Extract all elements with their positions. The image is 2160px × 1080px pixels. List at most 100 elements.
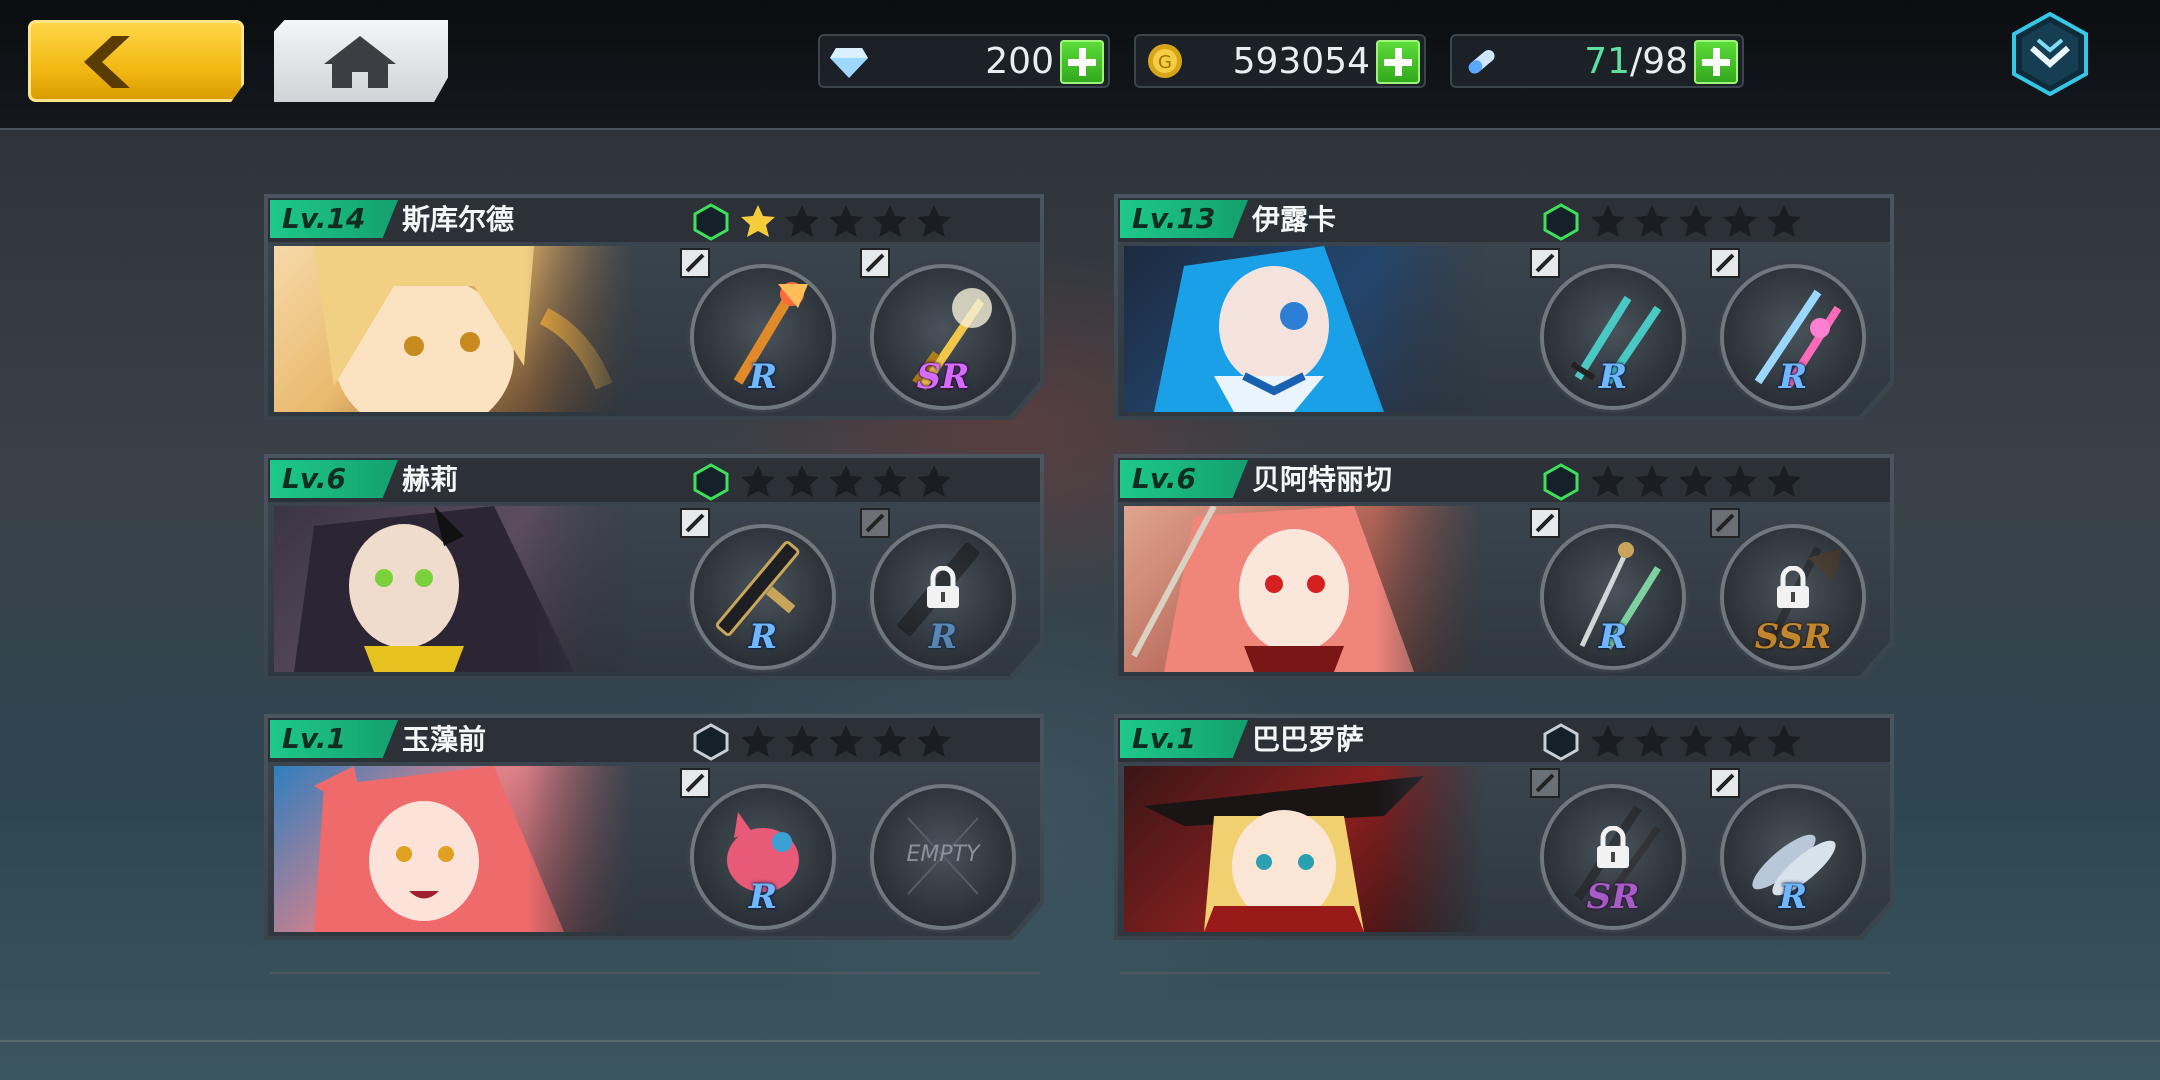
- stamina-vial-icon: [1468, 49, 1495, 74]
- star-rating: [1590, 204, 1810, 242]
- star-empty-icon: [1635, 725, 1669, 757]
- equipment-slot[interactable]: R: [1710, 768, 1862, 926]
- edit-icon[interactable]: [1710, 768, 1740, 798]
- rarity-label: SR: [1586, 877, 1640, 917]
- star-empty-icon: [1723, 725, 1757, 757]
- gold-counter: G 593054: [1134, 34, 1426, 88]
- equipment-slot[interactable]: R: [680, 508, 832, 666]
- lock-icon: [1597, 826, 1629, 868]
- character-card[interactable]: Lv.6 赫莉 R R: [264, 454, 1044, 680]
- level-badge: Lv.1: [1120, 720, 1248, 758]
- edit-icon[interactable]: [680, 768, 710, 798]
- home-icon: [324, 36, 396, 88]
- awaken-hexagon-icon: [1543, 203, 1579, 241]
- character-name: 玉藻前: [402, 723, 487, 756]
- stamina-value: 71/98: [1584, 41, 1688, 82]
- equipment-slot-empty[interactable]: EMPTY: [874, 788, 1012, 926]
- menu-dropdown-button[interactable]: [2012, 12, 2088, 96]
- gold-value: 593054: [1232, 41, 1370, 82]
- character-portrait[interactable]: [274, 766, 634, 932]
- edit-icon[interactable]: [860, 248, 890, 278]
- edit-icon[interactable]: [680, 508, 710, 538]
- star-empty-icon: [1723, 205, 1757, 237]
- edit-icon: [1530, 768, 1560, 798]
- gems-value: 200: [985, 41, 1054, 82]
- star-empty-icon: [1767, 205, 1801, 237]
- svg-text:G: G: [1158, 52, 1172, 73]
- character-card[interactable]: Lv.1 巴巴罗萨 SR R: [1114, 714, 1894, 940]
- edit-icon: [860, 508, 890, 538]
- back-arrow-icon: [84, 36, 130, 88]
- star-empty-icon: [829, 725, 863, 757]
- rarity-label: SSR: [1754, 617, 1832, 657]
- star-empty-icon: [1591, 465, 1625, 497]
- star-empty-icon: [1591, 205, 1625, 237]
- star-empty-icon: [785, 205, 819, 237]
- home-button[interactable]: [274, 20, 448, 102]
- rarity-label: SR: [916, 357, 970, 397]
- equipment-slot-locked[interactable]: R: [860, 508, 1012, 666]
- empty-slot-label: EMPTY: [906, 842, 980, 867]
- star-empty-icon: [873, 205, 907, 237]
- character-portrait[interactable]: [274, 246, 634, 412]
- rarity-label: R: [748, 357, 778, 397]
- awaken-hexagon-icon: [693, 463, 729, 501]
- edit-icon[interactable]: [1710, 248, 1740, 278]
- equipment-slot[interactable]: R: [680, 248, 832, 406]
- add-gold-button[interactable]: [1376, 40, 1420, 84]
- star-empty-icon: [917, 205, 951, 237]
- list-separator: [1120, 972, 1890, 974]
- star-empty-icon: [1635, 465, 1669, 497]
- star-rating: [740, 204, 960, 242]
- character-name: 巴巴罗萨: [1252, 723, 1365, 756]
- back-button[interactable]: [28, 20, 244, 102]
- star-empty-icon: [917, 465, 951, 497]
- equipment-slot[interactable]: R: [1530, 248, 1682, 406]
- character-card[interactable]: Lv.1 玉藻前 R EMPTY: [264, 714, 1044, 940]
- add-gems-button[interactable]: [1060, 40, 1104, 84]
- top-bar: 200 G 593054 71/98: [0, 0, 2160, 130]
- edit-icon[interactable]: [1530, 508, 1560, 538]
- star-rating: [1590, 464, 1810, 502]
- star-empty-icon: [741, 725, 775, 757]
- lock-icon: [927, 566, 959, 608]
- character-portrait[interactable]: [1124, 766, 1484, 932]
- rarity-label: R: [1598, 617, 1628, 657]
- level-badge: Lv.6: [1120, 460, 1248, 498]
- edit-icon[interactable]: [680, 248, 710, 278]
- character-portrait[interactable]: [1124, 246, 1484, 412]
- character-portrait[interactable]: [274, 506, 634, 672]
- character-card[interactable]: Lv.14 斯库尔德 R SR: [264, 194, 1044, 420]
- star-empty-icon: [873, 465, 907, 497]
- equipment-slot-locked[interactable]: SR: [1530, 768, 1682, 926]
- star-rating: [1590, 724, 1810, 762]
- rarity-label: R: [748, 617, 778, 657]
- character-portrait[interactable]: [1124, 506, 1484, 672]
- star-empty-icon: [917, 725, 951, 757]
- add-stamina-button[interactable]: [1694, 40, 1738, 84]
- equipment-slot-locked[interactable]: SSR: [1710, 508, 1862, 666]
- star-empty-icon: [1723, 465, 1757, 497]
- star-empty-icon: [1635, 205, 1669, 237]
- gems-counter: 200: [818, 34, 1110, 88]
- level-badge: Lv.1: [270, 720, 398, 758]
- equipment-slot[interactable]: R: [680, 768, 832, 926]
- star-empty-icon: [1591, 725, 1625, 757]
- equipment-slot[interactable]: R: [1710, 248, 1862, 406]
- character-name: 伊露卡: [1252, 203, 1337, 236]
- edit-icon[interactable]: [1530, 248, 1560, 278]
- star-empty-icon: [1679, 725, 1713, 757]
- awaken-hexagon-icon: [693, 203, 729, 241]
- star-empty-icon: [785, 725, 819, 757]
- star-filled-icon: [741, 205, 775, 237]
- list-separator: [270, 972, 1040, 974]
- equipment-slot[interactable]: R: [1530, 508, 1682, 666]
- character-name: 斯库尔德: [402, 203, 515, 236]
- level-badge: Lv.13: [1120, 200, 1248, 238]
- character-card[interactable]: Lv.6 贝阿特丽切 R SSR: [1114, 454, 1894, 680]
- star-empty-icon: [785, 465, 819, 497]
- awaken-hexagon-icon: [1543, 463, 1579, 501]
- character-card[interactable]: Lv.13 伊露卡 R R: [1114, 194, 1894, 420]
- equipment-slot[interactable]: SR: [860, 248, 1012, 406]
- awaken-hexagon-icon: [693, 723, 729, 761]
